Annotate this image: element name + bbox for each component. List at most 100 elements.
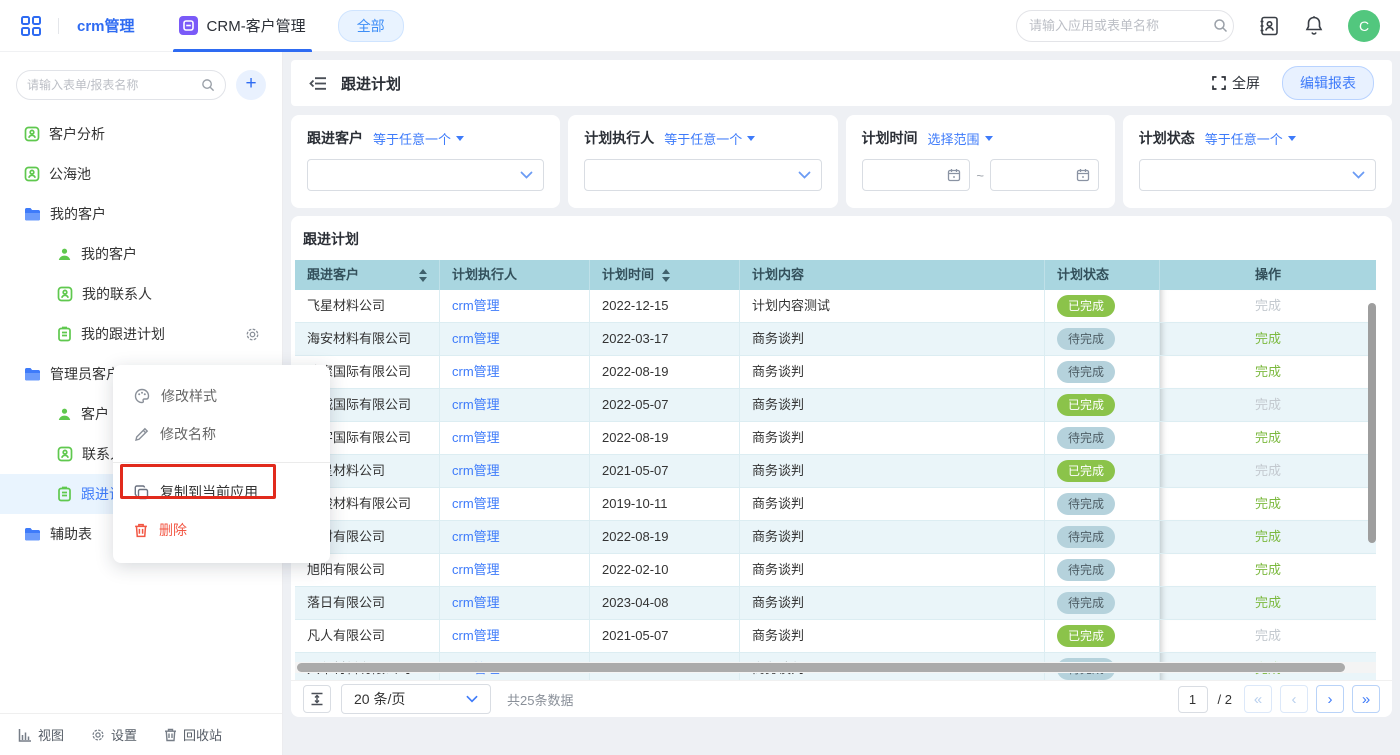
sidebar-item-my-follow-plan[interactable]: 我的跟进计划 [0,314,282,354]
page-number-input[interactable] [1178,686,1208,713]
user-avatar[interactable]: C [1348,10,1380,42]
row-height-button[interactable] [303,685,331,713]
sidebar-item-my-customers[interactable]: 我的客户 [0,234,282,274]
sidebar-item-public-pool[interactable]: 公海池 [0,154,282,194]
sort-icon[interactable] [419,269,427,282]
sidebar-group-my-customers[interactable]: 我的客户 [0,194,282,234]
settings-button[interactable]: 设置 [91,725,137,744]
report-header: 跟进计划 全屏 编辑报表 [291,60,1392,106]
action-link[interactable]: 完成 [1255,422,1281,454]
vertical-scrollbar-thumb[interactable] [1368,303,1376,543]
address-book-icon[interactable] [1258,15,1280,37]
action-link[interactable]: 完成 [1255,521,1281,553]
date-end-input[interactable] [990,159,1099,191]
cell-executor-link[interactable]: crm管理 [440,422,590,455]
date-start-input[interactable] [862,159,971,191]
action-link: 完成 [1255,389,1281,421]
column-header[interactable]: 计划时间 [590,260,740,290]
sort-icon[interactable] [662,269,670,282]
action-link[interactable]: 完成 [1255,323,1281,355]
filter-plan-executor: 计划执行人 等于任意一个 [568,115,837,208]
menu-item-delete[interactable]: 删除 [113,511,330,549]
fullscreen-button[interactable]: 全屏 [1212,73,1260,93]
global-search-input[interactable] [1029,18,1205,33]
cell-executor-link[interactable]: crm管理 [440,290,590,323]
filter-operator[interactable]: 等于任意一个 [664,129,755,148]
next-page-button[interactable]: › [1316,685,1344,713]
chevron-down-icon [466,695,478,703]
sidebar-item-customer-analysis[interactable]: 客户分析 [0,114,282,154]
sidebar-item-label: 客户分析 [49,124,105,144]
cell-executor-link[interactable]: crm管理 [440,521,590,554]
range-separator: ~ [976,168,984,183]
table-title: 跟进计划 [303,229,1385,249]
views-button[interactable]: 视图 [18,725,64,744]
sidebar-item-my-contacts[interactable]: 我的联系人 [0,274,282,314]
apps-grid-icon[interactable] [20,15,42,37]
menu-item-label: 修改名称 [160,424,216,444]
folder-icon [24,527,41,542]
action-link[interactable]: 完成 [1255,488,1281,520]
horizontal-scrollbar-thumb[interactable] [297,663,1345,672]
recycle-bin-button[interactable]: 回收站 [164,725,222,744]
status-badge: 待完成 [1057,526,1115,548]
column-header[interactable]: 跟进客户 [295,260,440,290]
filter-select[interactable] [307,159,544,191]
table-row: 璀璨国际有限公司 crm管理 2022-08-19 商务谈判 待完成 完成 [295,356,1376,389]
cell-executor-link[interactable]: crm管理 [440,587,590,620]
cell-executor-link[interactable]: crm管理 [440,620,590,653]
cell-date: 2021-05-07 [590,620,740,653]
cell-status: 待完成 [1045,488,1160,521]
cell-content: 商务谈判 [740,521,1045,554]
cell-executor-link[interactable]: crm管理 [440,488,590,521]
cell-action: 完成 [1160,620,1376,653]
gear-icon[interactable] [245,327,260,342]
app-name-link[interactable]: crm管理 [77,15,135,36]
sidebar-item-label: 我的客户 [50,204,106,224]
filter-select[interactable] [1139,159,1376,191]
filter-operator[interactable]: 选择范围 [928,129,993,148]
bell-icon[interactable] [1304,15,1324,36]
chart-bars-icon [18,728,32,742]
tab-crm-customer-management[interactable]: CRM-客户管理 [179,0,306,52]
filter-operator[interactable]: 等于任意一个 [1205,129,1296,148]
total-count: 共25条数据 [507,690,573,709]
edit-report-button[interactable]: 编辑报表 [1282,66,1374,100]
sidebar-search[interactable] [16,70,226,100]
status-badge: 待完成 [1057,559,1115,581]
action-link[interactable]: 完成 [1255,356,1281,388]
last-page-button[interactable]: » [1352,685,1380,713]
cell-executor-link[interactable]: crm管理 [440,554,590,587]
collapse-sidebar-icon[interactable] [309,76,327,91]
cell-executor-link[interactable]: crm管理 [440,455,590,488]
cell-status: 待完成 [1045,587,1160,620]
menu-item-edit-style[interactable]: 修改样式 [113,377,330,415]
cell-action: 完成 [1160,422,1376,455]
cell-executor-link[interactable]: crm管理 [440,323,590,356]
cell-executor-link[interactable]: crm管理 [440,389,590,422]
menu-item-label: 修改样式 [161,386,217,406]
sidebar-search-input[interactable] [27,78,195,92]
cell-content: 商务谈判 [740,620,1045,653]
search-icon[interactable] [201,78,215,92]
vertical-scrollbar[interactable] [1368,303,1376,678]
cell-executor-link[interactable]: crm管理 [440,356,590,389]
sidebar-footer: 视图 设置 回收站 [0,713,282,755]
status-badge: 已完成 [1057,295,1115,317]
action-link[interactable]: 完成 [1255,587,1281,619]
menu-item-copy-to-current-app[interactable]: 复制到当前应用 [113,473,330,511]
filter-select[interactable] [584,159,821,191]
horizontal-scrollbar[interactable] [295,662,1376,673]
action-link[interactable]: 完成 [1255,554,1281,586]
fullscreen-icon [1212,76,1226,90]
scope-all-pill[interactable]: 全部 [338,10,404,42]
cell-status: 已完成 [1045,290,1160,323]
add-form-button[interactable]: + [236,70,266,100]
cell-date: 2022-05-07 [590,389,740,422]
search-icon[interactable] [1213,18,1228,33]
menu-item-rename[interactable]: 修改名称 [113,415,330,453]
cell-status: 已完成 [1045,389,1160,422]
filter-operator[interactable]: 等于任意一个 [373,129,464,148]
global-search[interactable] [1016,10,1234,42]
page-size-select[interactable]: 20 条/页 [341,684,491,714]
